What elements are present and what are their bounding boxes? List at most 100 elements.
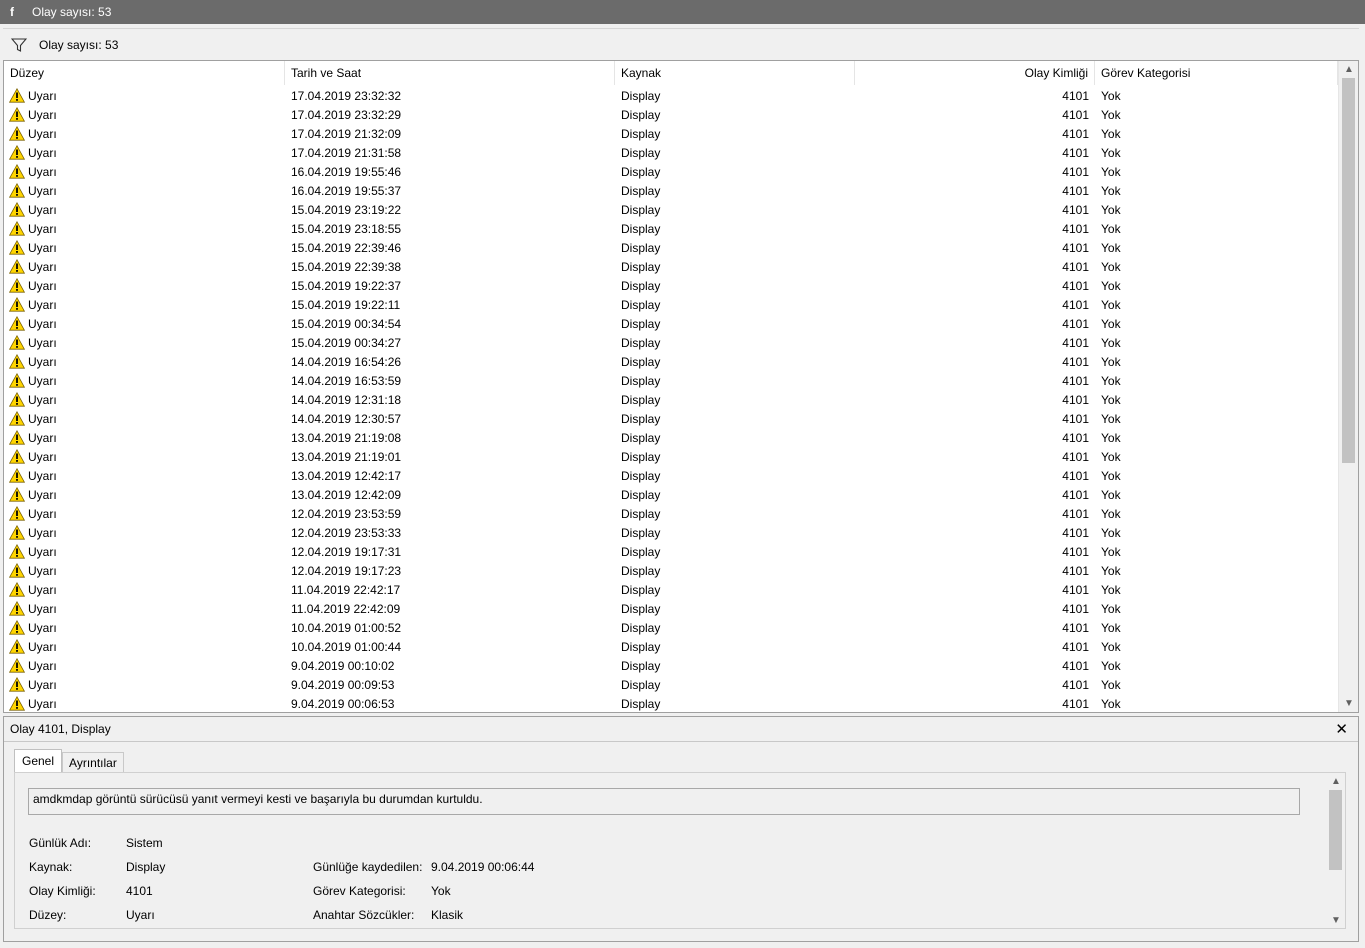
table-row[interactable]: Uyarı 10.04.2019 01:00:44 Display 4101 Yok (4, 637, 1338, 656)
cell-event-id: 4101 (1062, 563, 1089, 578)
cell-task-category: Yok (1101, 430, 1121, 445)
table-row[interactable]: Uyarı 17.04.2019 23:32:32 Display 4101 Yok (4, 86, 1338, 105)
event-message[interactable]: amdkmdap görüntü sürücüsü yanıt vermeyi … (28, 788, 1300, 815)
cell-datetime: 17.04.2019 21:32:09 (291, 126, 402, 141)
cell-datetime: 12.04.2019 19:17:31 (291, 544, 402, 559)
field-source: Kaynak: Display (29, 859, 165, 875)
cell-level: Uyarı (4, 88, 285, 103)
event-list-scrollbar[interactable]: ▲ ▼ (1338, 61, 1358, 712)
table-row[interactable]: Uyarı 11.04.2019 22:42:17 Display 4101 Yok (4, 580, 1338, 599)
column-header-source[interactable]: Kaynak (615, 61, 855, 85)
table-row[interactable]: Uyarı 13.04.2019 12:42:09 Display 4101 Yok (4, 485, 1338, 504)
event-detail-header: Olay 4101, Display ✕ (4, 717, 1358, 742)
table-row[interactable]: Uyarı 12.04.2019 23:53:59 Display 4101 Yok (4, 504, 1338, 523)
general-tab-panel: amdkmdap görüntü sürücüsü yanıt vermeyi … (14, 772, 1346, 929)
column-header-event-id[interactable]: Olay Kimliği (855, 61, 1095, 85)
tab-general[interactable]: Genel (14, 749, 63, 772)
table-row[interactable]: Uyarı 14.04.2019 12:30:57 Display 4101 Yok (4, 409, 1338, 428)
warning-icon (9, 259, 28, 274)
field-logged: Günlüğe kaydedilen: 9.04.2019 00:06:44 (313, 859, 534, 875)
table-row[interactable]: Uyarı 13.04.2019 21:19:08 Display 4101 Yok (4, 428, 1338, 447)
detail-scrollbar[interactable]: ▲ ▼ (1327, 773, 1345, 928)
cell-level: Uyarı (4, 696, 285, 711)
table-row[interactable]: Uyarı 13.04.2019 21:19:01 Display 4101 Yok (4, 447, 1338, 466)
cell-source: Display (621, 164, 661, 179)
cell-source: Display (621, 88, 661, 103)
cell-level: Uyarı (4, 430, 285, 445)
cell-event-id: 4101 (1062, 696, 1089, 711)
table-row[interactable]: Uyarı 15.04.2019 23:18:55 Display 4101 Yok (4, 219, 1338, 238)
cell-event-id: 4101 (1062, 658, 1089, 673)
table-row[interactable]: Uyarı 10.04.2019 01:00:52 Display 4101 Yok (4, 618, 1338, 637)
table-row[interactable]: Uyarı 12.04.2019 23:53:33 Display 4101 Yok (4, 523, 1338, 542)
cell-task-category: Yok (1101, 544, 1121, 559)
cell-source: Display (621, 126, 661, 141)
cell-task-category: Yok (1101, 240, 1121, 255)
cell-datetime: 14.04.2019 12:31:18 (291, 392, 402, 407)
column-header-level[interactable]: Düzey (4, 61, 285, 85)
cell-event-id: 4101 (1062, 639, 1089, 654)
table-row[interactable]: Uyarı 9.04.2019 00:06:53 Display 4101 Yok (4, 694, 1338, 712)
scroll-down-icon[interactable]: ▼ (1339, 695, 1358, 712)
table-row[interactable]: Uyarı 11.04.2019 22:42:09 Display 4101 Yok (4, 599, 1338, 618)
table-row[interactable]: Uyarı 17.04.2019 21:32:09 Display 4101 Yok (4, 124, 1338, 143)
table-row[interactable]: Uyarı 12.04.2019 19:17:23 Display 4101 Yok (4, 561, 1338, 580)
table-row[interactable]: Uyarı 15.04.2019 00:34:27 Display 4101 Yok (4, 333, 1338, 352)
table-row[interactable]: Uyarı 15.04.2019 22:39:46 Display 4101 Yok (4, 238, 1338, 257)
warning-icon (9, 563, 28, 578)
table-row[interactable]: Uyarı 17.04.2019 21:31:58 Display 4101 Yok (4, 143, 1338, 162)
scroll-up-icon[interactable]: ▲ (1339, 61, 1358, 78)
warning-icon (9, 88, 28, 103)
cell-level: Uyarı (4, 563, 285, 578)
table-row[interactable]: Uyarı 15.04.2019 19:22:11 Display 4101 Yok (4, 295, 1338, 314)
table-row[interactable]: Uyarı 17.04.2019 23:32:29 Display 4101 Yok (4, 105, 1338, 124)
cell-event-id: 4101 (1062, 373, 1089, 388)
close-icon[interactable]: ✕ (1335, 720, 1348, 738)
warning-icon (9, 468, 28, 483)
table-row[interactable]: Uyarı 15.04.2019 23:19:22 Display 4101 Yok (4, 200, 1338, 219)
table-row[interactable]: Uyarı 15.04.2019 22:39:38 Display 4101 Yok (4, 257, 1338, 276)
field-value: 9.04.2019 00:06:44 (431, 860, 535, 874)
cell-event-id: 4101 (1062, 392, 1089, 407)
table-row[interactable]: Uyarı 13.04.2019 12:42:17 Display 4101 Yok (4, 466, 1338, 485)
table-row[interactable]: Uyarı 9.04.2019 00:09:53 Display 4101 Yok (4, 675, 1338, 694)
field-value: 4101 (126, 884, 153, 898)
cell-level: Uyarı (4, 278, 285, 293)
cell-datetime: 15.04.2019 19:22:11 (291, 297, 401, 312)
warning-icon (9, 126, 28, 141)
table-row[interactable]: Uyarı 14.04.2019 16:53:59 Display 4101 Yok (4, 371, 1338, 390)
level-text: Uyarı (28, 297, 57, 312)
cell-event-id: 4101 (1062, 582, 1089, 597)
table-row[interactable]: Uyarı 15.04.2019 00:34:54 Display 4101 Yok (4, 314, 1338, 333)
scroll-down-icon[interactable]: ▼ (1327, 912, 1345, 928)
cell-source: Display (621, 354, 661, 369)
cell-task-category: Yok (1101, 88, 1121, 103)
scroll-thumb[interactable] (1342, 78, 1355, 463)
level-text: Uyarı (28, 506, 57, 521)
warning-icon (9, 145, 28, 160)
table-row[interactable]: Uyarı 16.04.2019 19:55:37 Display 4101 Yok (4, 181, 1338, 200)
scroll-up-icon[interactable]: ▲ (1327, 773, 1345, 789)
scroll-thumb[interactable] (1329, 790, 1342, 870)
warning-icon (9, 164, 28, 179)
cell-event-id: 4101 (1062, 145, 1089, 160)
table-row[interactable]: Uyarı 15.04.2019 19:22:37 Display 4101 Yok (4, 276, 1338, 295)
tab-details[interactable]: Ayrıntılar (62, 752, 124, 772)
cell-event-id: 4101 (1062, 601, 1089, 616)
column-header-datetime[interactable]: Tarih ve Saat (285, 61, 615, 85)
table-row[interactable]: Uyarı 14.04.2019 12:31:18 Display 4101 Yok (4, 390, 1338, 409)
warning-icon (9, 658, 28, 673)
cell-task-category: Yok (1101, 658, 1121, 673)
level-text: Uyarı (28, 658, 57, 673)
cell-source: Display (621, 297, 661, 312)
cell-event-id: 4101 (1062, 430, 1089, 445)
column-header-task-category[interactable]: Görev Kategorisi (1095, 61, 1338, 85)
filter-icon[interactable] (9, 35, 29, 55)
level-text: Uyarı (28, 126, 57, 141)
table-row[interactable]: Uyarı 16.04.2019 19:55:46 Display 4101 Yok (4, 162, 1338, 181)
field-task-category: Görev Kategorisi: Yok (313, 883, 451, 899)
table-row[interactable]: Uyarı 9.04.2019 00:10:02 Display 4101 Yok (4, 656, 1338, 675)
table-row[interactable]: Uyarı 12.04.2019 19:17:31 Display 4101 Yok (4, 542, 1338, 561)
cell-source: Display (621, 658, 661, 673)
table-row[interactable]: Uyarı 14.04.2019 16:54:26 Display 4101 Yok (4, 352, 1338, 371)
